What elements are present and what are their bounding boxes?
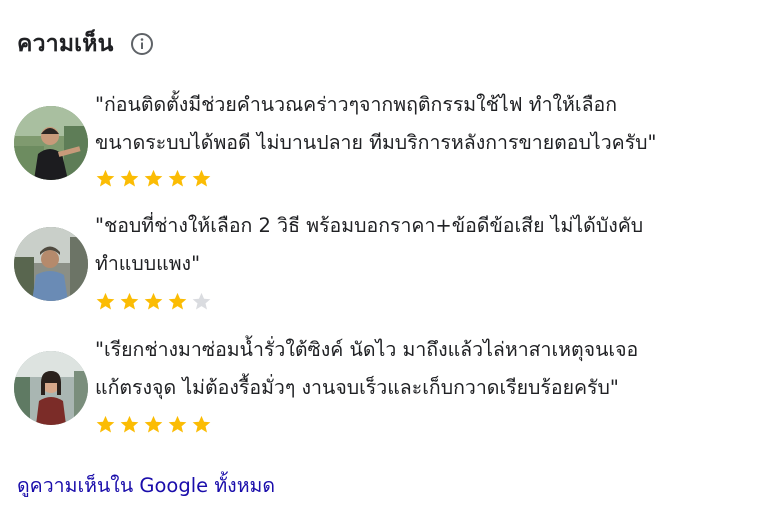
- star-filled-icon: [144, 292, 163, 310]
- star-rating: [95, 291, 212, 312]
- section-title: ความเห็น: [17, 31, 114, 57]
- review-text: "ก่อนติดตั้งมีช่วยคำนวณคร่าวๆจากพฤติกรรม…: [95, 86, 763, 162]
- review-text-line: "ก่อนติดตั้งมีช่วยคำนวณคร่าวๆจากพฤติกรรม…: [95, 93, 618, 116]
- review-text-line: "ชอบที่ช่างให้เลือก 2 วิธี พร้อมบอกราคา+…: [95, 214, 644, 237]
- review-text-line: ขนาดระบบได้พอดี ไม่บานปลาย ทีมบริการหลัง…: [95, 131, 657, 154]
- reviews-header: ความเห็น: [17, 26, 154, 62]
- star-rating: [95, 168, 212, 189]
- review-text: "ชอบที่ช่างให้เลือก 2 วิธี พร้อมบอกราคา+…: [95, 207, 763, 283]
- star-filled-icon: [96, 415, 115, 433]
- avatar: [14, 351, 88, 425]
- review-text-line: ทำแบบแพง": [95, 252, 201, 275]
- review-text-line: แก้ตรงจุด ไม่ต้องรื้อมั่วๆ งานจบเร็วและเ…: [95, 376, 619, 399]
- star-empty-icon: [192, 292, 211, 310]
- star-rating: [95, 414, 212, 435]
- star-filled-icon: [192, 415, 211, 433]
- star-filled-icon: [168, 169, 187, 187]
- avatar: [14, 106, 88, 180]
- view-all-reviews-link[interactable]: ดูความเห็นใน Google ทั้งหมด: [17, 470, 275, 501]
- review-item: "ก่อนติดตั้งมีช่วยคำนวณคร่าวๆจากพฤติกรรม…: [14, 86, 764, 190]
- star-filled-icon: [144, 415, 163, 433]
- star-filled-icon: [168, 415, 187, 433]
- star-filled-icon: [192, 169, 211, 187]
- review-text-line: "เรียกช่างมาซ่อมน้ำรั่วใต้ซิงค์ นัดไว มา…: [95, 338, 639, 361]
- review-item: "เรียกช่างมาซ่อมน้ำรั่วใต้ซิงค์ นัดไว มา…: [14, 331, 764, 435]
- star-filled-icon: [96, 169, 115, 187]
- review-item: "ชอบที่ช่างให้เลือก 2 วิธี พร้อมบอกราคา+…: [14, 207, 764, 311]
- star-filled-icon: [120, 415, 139, 433]
- star-filled-icon: [168, 292, 187, 310]
- star-filled-icon: [120, 292, 139, 310]
- info-icon[interactable]: [130, 32, 154, 56]
- star-filled-icon: [96, 292, 115, 310]
- star-filled-icon: [144, 169, 163, 187]
- avatar: [14, 227, 88, 301]
- review-text: "เรียกช่างมาซ่อมน้ำรั่วใต้ซิงค์ นัดไว มา…: [95, 331, 763, 407]
- star-filled-icon: [120, 169, 139, 187]
